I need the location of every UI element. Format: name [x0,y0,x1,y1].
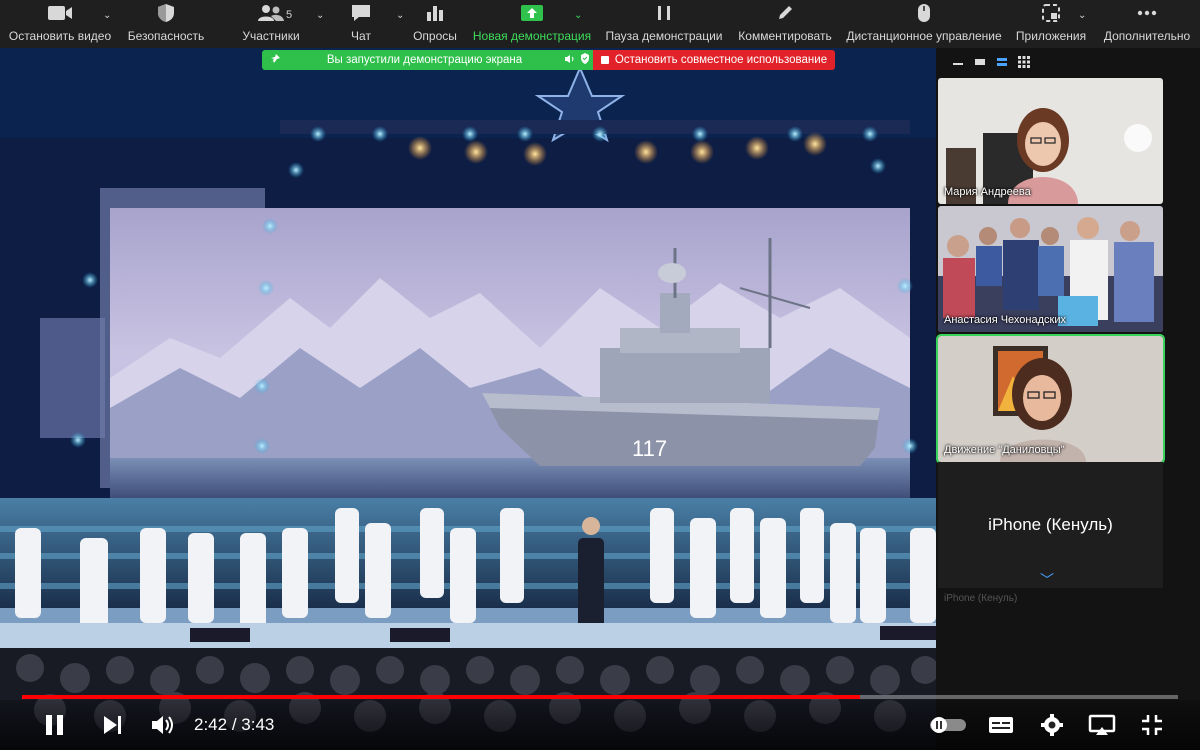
participant-tile[interactable]: Анастасия Чехонадских [938,206,1163,332]
participant-name: Движение "Даниловцы" [944,444,1065,456]
player-controls: 2:42 / 3:43 [0,700,1200,750]
chevron-down-icon[interactable]: ⌄ [103,10,111,21]
progress-bar[interactable] [22,695,1178,699]
concert-scene: 117 [0,48,936,750]
exit-fullscreen-icon[interactable] [1140,713,1164,737]
chevron-down-icon[interactable]: ﹀ [1040,570,1054,590]
zoom-window: ⌄ Остановить видео Безопасность 5 ⌄ Учас… [0,0,1200,750]
more-icon [1137,1,1157,25]
audio-icon[interactable] [561,54,577,67]
polls-icon [425,1,445,25]
participant-tile-active[interactable]: Движение "Даниловцы" [936,334,1165,464]
remote-control-button[interactable]: Дистанционное управление [840,0,1008,48]
chevron-down-icon[interactable]: ⌄ [396,10,404,21]
polls-button[interactable]: ⌄ Опросы [396,0,466,48]
apps-icon [1041,1,1061,25]
hull-number: 117 [632,436,667,461]
participant-tile[interactable]: Мария Андреева [938,78,1163,204]
pencil-icon [776,1,794,25]
apps-button[interactable]: ⌄ Приложения [1008,0,1094,48]
participants-button[interactable]: 5 ⌄ Участники [212,0,330,48]
stop-video-button[interactable]: ⌄ Остановить видео [0,0,120,48]
chat-icon [350,1,372,25]
stop-icon [600,56,609,64]
meeting-toolbar: ⌄ Остановить видео Безопасность 5 ⌄ Учас… [0,0,1200,48]
autoplay-toggle-icon[interactable] [928,716,968,734]
chat-button[interactable]: Чат [330,0,392,48]
chevron-down-icon[interactable]: ⌄ [1078,10,1086,21]
participant-count: 5 [286,9,293,21]
share-screen-icon [520,1,544,25]
sharing-text: Вы запустили демонстрацию экрана [326,54,523,66]
next-icon[interactable] [102,713,124,737]
annotate-button[interactable]: Комментировать [730,0,840,48]
grid-view-icon[interactable] [1018,56,1030,68]
mouse-icon [917,1,931,25]
participants-icon [257,1,285,25]
view-toggles [952,56,1030,68]
minimize-icon[interactable] [952,57,964,67]
shield-icon [157,1,175,25]
stop-share-label: Остановить совместное использование [614,54,828,66]
chevron-down-icon[interactable]: ⌄ [316,10,324,21]
settings-gear-icon[interactable] [1040,713,1064,737]
duration: 3:43 [241,715,275,734]
time-display: 2:42 / 3:43 [194,715,274,735]
single-view-icon[interactable] [974,57,986,67]
more-button[interactable]: Дополнительно [1094,0,1200,48]
participants-panel: Мария Андреева Анастасия Чехонадских Дви… [936,48,1200,750]
current-time: 2:42 [194,715,228,734]
volume-icon[interactable] [150,713,176,737]
pause-icon[interactable] [44,713,66,737]
stop-share-button[interactable]: Остановить совместное использование [593,50,835,70]
participant-name: Мария Андреева [944,186,1031,198]
subtitles-icon[interactable] [988,713,1014,737]
pause-icon [656,1,672,25]
chevron-down-icon[interactable]: ⌄ [574,10,582,21]
shield-check-icon[interactable] [577,53,593,67]
security-button[interactable]: Безопасность [120,0,212,48]
progress-fill [22,695,861,699]
new-share-button[interactable]: ⌄ Новая демонстрация [466,0,598,48]
participant-name: Анастасия Чехонадских [944,314,1066,326]
sharing-indicator[interactable]: Вы запустили демонстрацию экрана [262,50,593,70]
video-camera-icon [47,1,73,25]
pause-share-button[interactable]: Пауза демонстрации [598,0,730,48]
time-separator: / [231,715,237,734]
participant-name-center: iPhone (Кенуль) [988,515,1113,534]
shared-video[interactable]: 117 [0,48,936,750]
strip-view-icon[interactable] [996,57,1008,67]
participant-name-caption: iPhone (Кенуль) [944,593,1018,604]
share-status-banner: Вы запустили демонстрацию экрана Останов… [262,50,835,70]
cast-icon[interactable] [1088,713,1116,737]
pin-icon [262,53,288,68]
